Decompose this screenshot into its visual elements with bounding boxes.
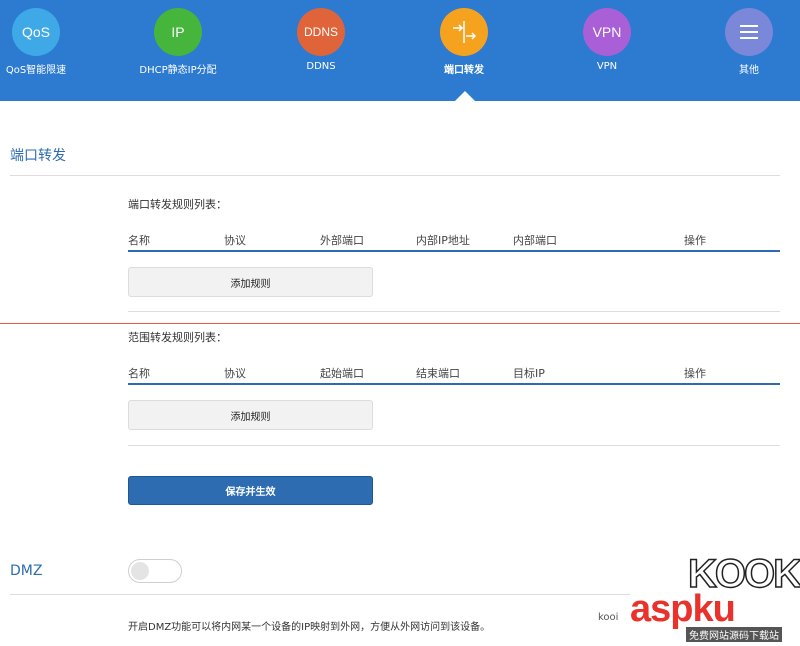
port-rules-divider bbox=[128, 311, 780, 312]
active-tab-pointer bbox=[455, 91, 475, 101]
section-title-dmz: DMZ bbox=[10, 563, 43, 579]
vpn-icon: VPN bbox=[583, 8, 631, 56]
nav-item-qos[interactable]: QoS QoS智能限速 bbox=[0, 8, 96, 76]
range-rules-divider bbox=[128, 445, 780, 446]
nav-item-other[interactable]: 其他 bbox=[689, 8, 800, 76]
toggle-knob bbox=[131, 562, 149, 580]
watermark-site: aspku bbox=[630, 588, 736, 630]
th-internal-port: 内部端口 bbox=[513, 234, 557, 247]
th-action: 操作 bbox=[684, 234, 706, 247]
range-rules-label: 范围转发规则列表： bbox=[128, 331, 227, 344]
qos-icon: QoS bbox=[12, 8, 60, 56]
nav-label-ddns: DDNS bbox=[306, 61, 336, 72]
th-target-ip: 目标IP bbox=[513, 367, 545, 380]
th-range-protocol: 协议 bbox=[224, 367, 246, 380]
th-range-action: 操作 bbox=[684, 367, 706, 380]
th-range-name: 名称 bbox=[128, 367, 150, 380]
th-protocol: 协议 bbox=[224, 234, 246, 247]
save-apply-button[interactable]: 保存并生效 bbox=[128, 476, 373, 505]
watermark-tagline: 免费网站源码下载站 bbox=[686, 627, 782, 642]
port-rules-label: 端口转发规则列表： bbox=[128, 198, 227, 211]
th-end-port: 结束端口 bbox=[416, 367, 460, 380]
add-port-rule-button[interactable]: 添加规则 bbox=[128, 267, 373, 297]
port-rules-table-header-line bbox=[128, 250, 780, 252]
top-nav-bar: QoS QoS智能限速 IP DHCP静态IP分配 DDNS DDNS 端口转发… bbox=[0, 0, 800, 101]
th-start-port: 起始端口 bbox=[320, 367, 364, 380]
section-title-port-forward: 端口转发 bbox=[10, 148, 66, 164]
ip-icon: IP bbox=[154, 8, 202, 56]
nav-label-other: 其他 bbox=[739, 65, 759, 76]
range-rules-table-header-line bbox=[128, 383, 780, 385]
th-name: 名称 bbox=[128, 234, 150, 247]
add-range-rule-button[interactable]: 添加规则 bbox=[128, 400, 373, 430]
nav-item-dhcp[interactable]: IP DHCP静态IP分配 bbox=[118, 8, 238, 76]
dmz-toggle[interactable] bbox=[128, 559, 182, 583]
nav-label-qos: QoS智能限速 bbox=[5, 65, 67, 76]
menu-icon bbox=[725, 8, 773, 56]
nav-item-ddns[interactable]: DDNS DDNS bbox=[261, 8, 381, 72]
port-forward-icon bbox=[440, 8, 488, 56]
dmz-divider bbox=[10, 594, 630, 595]
ddns-icon: DDNS bbox=[297, 8, 345, 56]
nav-item-vpn[interactable]: VPN VPN bbox=[547, 8, 667, 72]
dmz-description: 开启DMZ功能可以将内网某一个设备的IP映射到外网，方便从外网访问到该设备。 bbox=[128, 622, 491, 633]
red-divider bbox=[0, 323, 800, 324]
nav-label-vpn: VPN bbox=[596, 61, 618, 72]
nav-label-dhcp: DHCP静态IP分配 bbox=[139, 65, 217, 76]
nav-label-port-forward: 端口转发 bbox=[444, 65, 484, 76]
th-internal-ip: 内部IP地址 bbox=[416, 234, 470, 247]
section-divider bbox=[10, 175, 780, 176]
th-external-port: 外部端口 bbox=[320, 234, 364, 247]
nav-item-port-forward[interactable]: 端口转发 bbox=[404, 8, 524, 76]
watermark-small: kooi bbox=[598, 612, 619, 623]
